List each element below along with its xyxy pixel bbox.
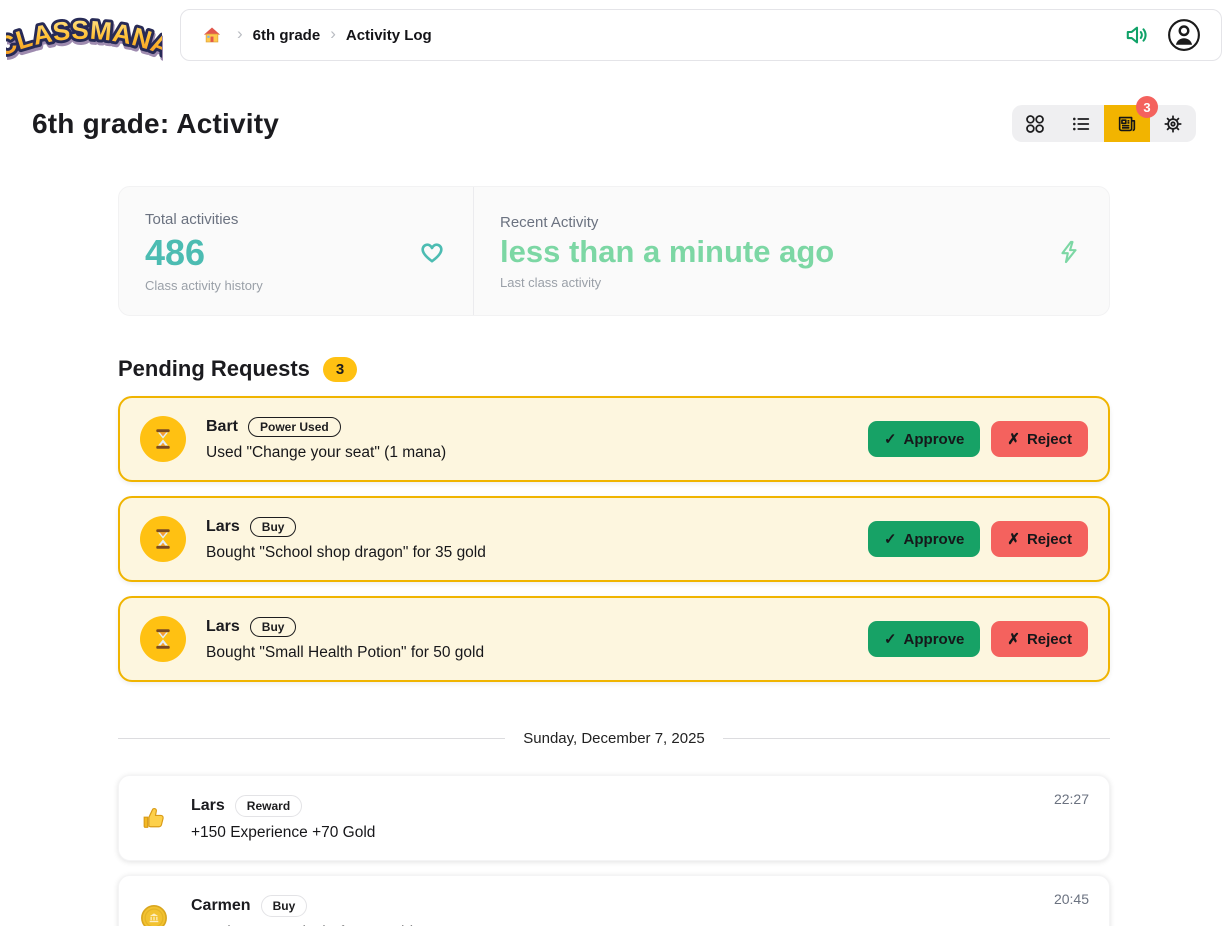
stat-sublabel: Last class activity [500, 275, 834, 290]
pending-count-badge: 3 [323, 357, 357, 382]
divider-line [723, 738, 1110, 739]
speaker-icon [1124, 22, 1150, 48]
stat-total-activities: Total activities 486 Class activity hist… [119, 187, 474, 315]
activity-entry: Carmen Buy Bought "Mana Flask" for 50 go… [118, 875, 1110, 926]
view-toggle-group: 3 [1012, 105, 1196, 142]
divider-line [118, 738, 505, 739]
check-icon: ✓ [884, 430, 897, 448]
main-content: Total activities 486 Class activity hist… [118, 186, 1110, 926]
entry-details: Lars Reward +150 Experience +70 Gold [191, 795, 1089, 842]
classmana-logo[interactable]: CLASSMANA [6, 5, 162, 65]
logo-text: CLASSMANA [6, 15, 162, 63]
student-name: Lars [206, 518, 240, 536]
breadcrumb-separator: › [236, 24, 244, 44]
view-activity-log-button[interactable]: 3 [1104, 105, 1150, 142]
entry-type-badge: Reward [235, 795, 302, 817]
approve-button[interactable]: ✓ Approve [868, 621, 980, 657]
student-name: Bart [206, 418, 238, 436]
account-menu-button[interactable] [1163, 14, 1205, 56]
title-row: 6th grade: Activity [0, 105, 1228, 142]
hourglass-avatar [140, 416, 186, 462]
request-type-badge: Buy [250, 617, 297, 637]
breadcrumb-separator: › [329, 24, 337, 44]
stat-recent-activity: Recent Activity less than a minute ago L… [474, 187, 1109, 315]
request-description: Used "Change your seat" (1 mana) [206, 444, 848, 462]
page-title: 6th grade: Activity [32, 108, 279, 140]
request-actions: ✓ Approve ✗ Reject [868, 621, 1088, 657]
coin-icon [139, 904, 169, 926]
request-type-badge: Power Used [248, 417, 341, 437]
cross-icon: ✗ [1007, 530, 1020, 548]
view-grid-button[interactable] [1012, 105, 1058, 142]
hourglass-avatar [140, 616, 186, 662]
student-name: Carmen [191, 897, 251, 915]
hourglass-icon [150, 526, 176, 552]
reject-button[interactable]: ✗ Reject [991, 621, 1088, 657]
view-list-button[interactable] [1058, 105, 1104, 142]
breadcrumb-bar: › 6th grade › Activity Log [180, 9, 1222, 61]
reject-button[interactable]: ✗ Reject [991, 421, 1088, 457]
request-actions: ✓ Approve ✗ Reject [868, 521, 1088, 557]
request-description: Bought "School shop dragon" for 35 gold [206, 544, 848, 562]
hourglass-avatar [140, 516, 186, 562]
breadcrumb-class[interactable]: 6th grade [253, 27, 321, 44]
house-icon[interactable] [197, 20, 227, 50]
hourglass-icon [150, 626, 176, 652]
breadcrumb-activity-log[interactable]: Activity Log [346, 27, 432, 44]
stat-recent-text: Recent Activity less than a minute ago L… [500, 214, 834, 290]
pending-request-card: Lars Buy Bought "School shop dragon" for… [118, 496, 1110, 582]
top-header: CLASSMANA › 6th grade › Activity Log [0, 0, 1228, 65]
pending-requests-header: Pending Requests 3 [118, 356, 1110, 382]
request-type-badge: Buy [250, 517, 297, 537]
entry-description: +150 Experience +70 Gold [191, 824, 1089, 842]
request-description: Bought "Small Health Potion" for 50 gold [206, 644, 848, 662]
stat-value: less than a minute ago [500, 233, 834, 272]
stat-value: 486 [145, 230, 263, 275]
check-icon: ✓ [884, 530, 897, 548]
stat-sublabel: Class activity history [145, 278, 263, 293]
request-actions: ✓ Approve ✗ Reject [868, 421, 1088, 457]
date-divider-label: Sunday, December 7, 2025 [523, 730, 705, 747]
gear-icon [1162, 113, 1184, 135]
pending-request-card: Bart Power Used Used "Change your seat" … [118, 396, 1110, 482]
date-divider: Sunday, December 7, 2025 [118, 730, 1110, 747]
approve-button[interactable]: ✓ Approve [868, 421, 980, 457]
pending-requests-title: Pending Requests [118, 356, 310, 382]
check-icon: ✓ [884, 630, 897, 648]
request-details: Bart Power Used Used "Change your seat" … [206, 417, 848, 462]
entry-type-badge: Buy [261, 895, 308, 917]
cross-icon: ✗ [1007, 630, 1020, 648]
request-details: Lars Buy Bought "School shop dragon" for… [206, 517, 848, 562]
approve-button[interactable]: ✓ Approve [868, 521, 980, 557]
request-details: Lars Buy Bought "Small Health Potion" fo… [206, 617, 848, 662]
grid-icon [1024, 113, 1046, 135]
stats-panel: Total activities 486 Class activity hist… [118, 186, 1110, 316]
entry-time: 22:27 [1054, 791, 1089, 807]
stat-total-text: Total activities 486 Class activity hist… [145, 211, 263, 293]
entry-time: 20:45 [1054, 891, 1089, 907]
activity-entry: Lars Reward +150 Experience +70 Gold 22:… [118, 775, 1110, 861]
stat-label: Total activities [145, 211, 263, 228]
cross-icon: ✗ [1007, 430, 1020, 448]
entry-details: Carmen Buy Bought "Mana Flask" for 50 go… [191, 895, 1089, 926]
reject-button[interactable]: ✗ Reject [991, 521, 1088, 557]
student-name: Lars [191, 797, 225, 815]
hourglass-icon [150, 426, 176, 452]
heart-icon [417, 237, 447, 267]
user-avatar-icon [1167, 18, 1201, 52]
sound-toggle-button[interactable] [1120, 18, 1154, 52]
stat-label: Recent Activity [500, 214, 834, 231]
list-icon [1070, 113, 1092, 135]
student-name: Lars [206, 618, 240, 636]
thumbs-up-icon [139, 804, 169, 832]
lightning-icon [1055, 238, 1083, 266]
pending-count-notification: 3 [1136, 96, 1158, 118]
newspaper-icon [1116, 113, 1138, 135]
svg-text:CLASSMANA: CLASSMANA [6, 15, 162, 63]
pending-request-card: Lars Buy Bought "Small Health Potion" fo… [118, 596, 1110, 682]
